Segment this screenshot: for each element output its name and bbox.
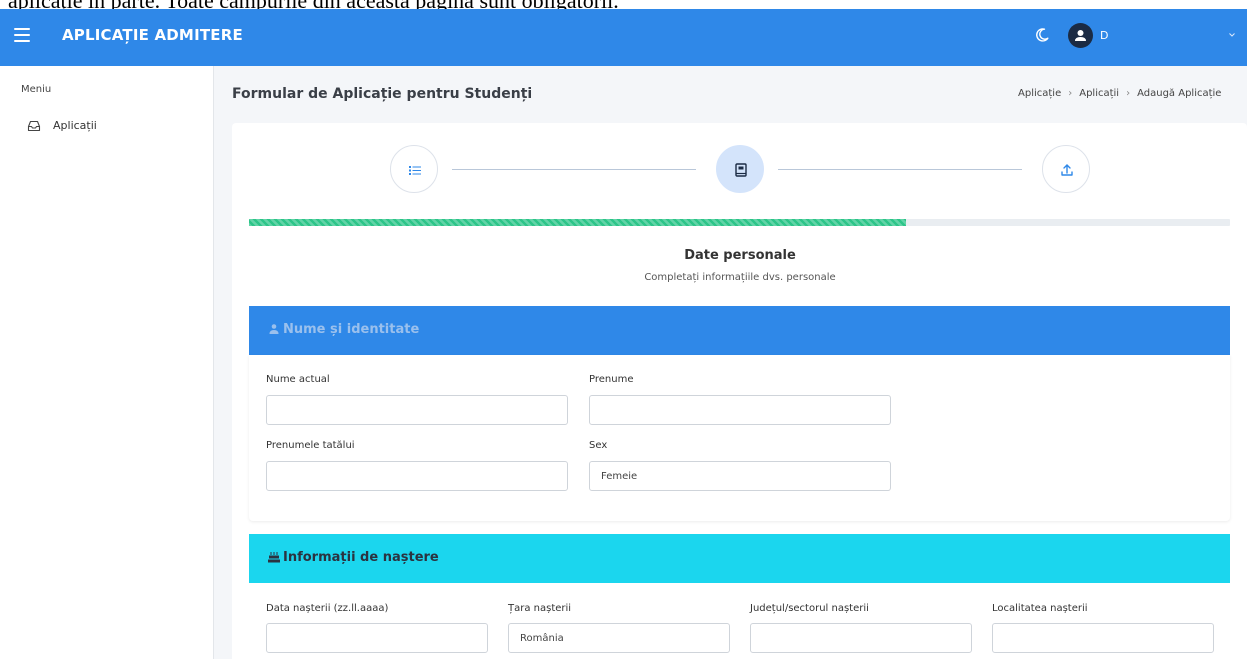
breadcrumb-separator: › [1068, 88, 1073, 99]
user-menu[interactable]: D [1068, 23, 1247, 49]
breadcrumb-item-aplicatie[interactable]: Aplicație [1018, 88, 1061, 99]
cake-icon [268, 552, 280, 563]
step-personal-data[interactable] [716, 145, 764, 193]
redacted-user-name [1108, 24, 1247, 47]
inbox-icon [27, 120, 41, 132]
identity-panel-title: Nume și identitate [283, 322, 420, 337]
progress-fill [249, 219, 907, 226]
birth-county-label: Județul/sectorul nașterii [750, 603, 869, 614]
sidebar: Meniu Aplicații [0, 66, 214, 659]
step-upload[interactable] [1042, 145, 1090, 193]
first-name-label: Prenume [589, 374, 634, 385]
father-name-input[interactable] [266, 461, 568, 491]
user-icon [269, 324, 279, 334]
birth-panel-header: Informații de naștere [249, 534, 1230, 583]
birth-date-input[interactable] [266, 623, 488, 653]
birth-city-input[interactable] [992, 623, 1214, 653]
sidebar-item-label: Aplicații [53, 119, 97, 132]
last-name-input[interactable] [266, 395, 568, 425]
page-title: Formular de Aplicație pentru Studenți [232, 86, 533, 102]
avatar [1068, 23, 1093, 48]
last-name-label: Nume actual [266, 374, 330, 385]
progress-bar [249, 219, 1230, 226]
birth-city-label: Localitatea nașterii [992, 603, 1088, 614]
birth-country-input[interactable] [508, 623, 730, 653]
birth-county-input[interactable] [750, 623, 972, 653]
step-connector [778, 169, 1022, 170]
document-caption-strip: aplicație în parte. Toate câmpurile din … [0, 0, 1247, 9]
birth-panel-title: Informații de naștere [283, 550, 439, 565]
sex-input[interactable] [589, 461, 891, 491]
step-connector [452, 169, 696, 170]
identity-panel-body [249, 355, 1230, 521]
breadcrumb-item-adauga-aplicatie: Adaugă Aplicație [1137, 88, 1222, 99]
section-subtitle: Completați informațiile dvs. personale [644, 272, 836, 283]
breadcrumb: Aplicație › Aplicații › Adaugă Aplicație [1018, 88, 1221, 99]
moon-icon[interactable] [1034, 27, 1050, 43]
father-name-label: Prenumele tatălui [266, 440, 355, 451]
hamburger-icon[interactable] [14, 28, 30, 42]
first-name-input[interactable] [589, 395, 891, 425]
section-title: Date personale [684, 248, 796, 263]
birth-date-label: Data nașterii (zz.ll.aaaa) [266, 603, 389, 614]
breadcrumb-separator: › [1126, 88, 1131, 99]
step-list[interactable] [390, 145, 438, 193]
list-icon [409, 166, 421, 175]
book-icon [735, 163, 747, 177]
top-navbar: APLICAȚIE ADMITERE D [0, 9, 1247, 66]
birth-country-label: Țara nașterii [508, 603, 572, 614]
sex-label: Sex [589, 440, 608, 451]
user-icon [1075, 30, 1086, 41]
app-title: APLICAȚIE ADMITERE [62, 26, 243, 44]
sidebar-heading: Meniu [21, 84, 52, 95]
document-caption: aplicație în parte. Toate câmpurile din … [8, 0, 619, 9]
upload-icon [1061, 164, 1073, 176]
identity-panel-header: Nume și identitate [249, 306, 1230, 355]
chevron-down-icon [1229, 33, 1235, 37]
breadcrumb-item-aplicatii[interactable]: Aplicații [1079, 88, 1119, 99]
sidebar-item-aplicatii[interactable]: Aplicații [21, 116, 201, 138]
